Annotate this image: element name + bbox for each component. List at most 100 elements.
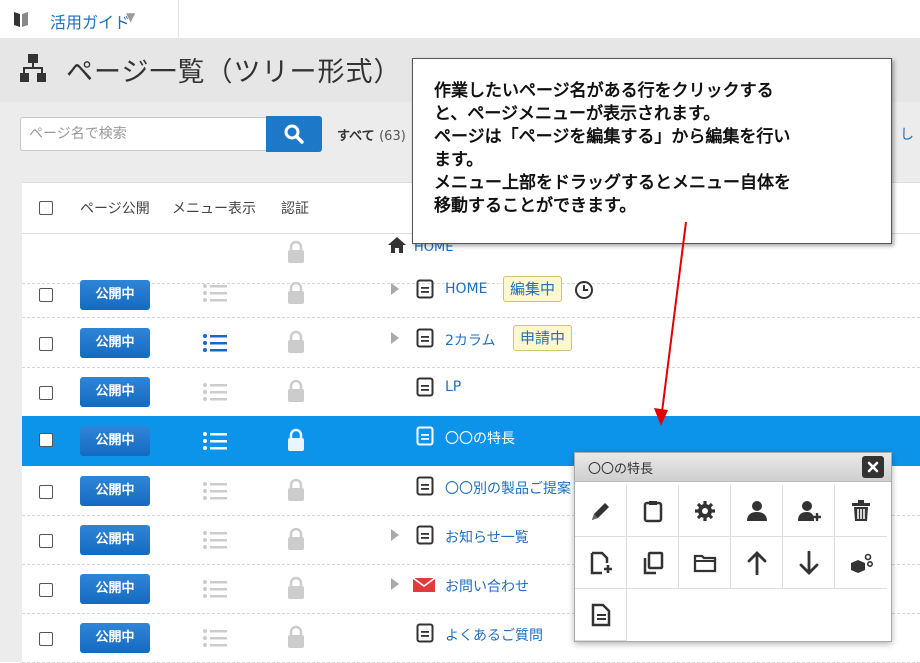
- instruction-line: ます。: [434, 150, 484, 170]
- page-name-link[interactable]: LP: [445, 379, 461, 395]
- expand-triangle-icon[interactable]: [390, 528, 400, 542]
- row-checkbox[interactable]: [39, 386, 53, 400]
- row-checkbox[interactable]: [39, 433, 53, 447]
- row-checkbox[interactable]: [39, 534, 53, 548]
- arrow-down-icon: [799, 551, 819, 575]
- close-button[interactable]: [862, 456, 884, 478]
- column-auth: 認証: [281, 201, 309, 217]
- expand-triangle-icon[interactable]: [390, 577, 400, 591]
- row-checkbox[interactable]: [39, 632, 53, 646]
- delete-button[interactable]: [835, 485, 887, 537]
- instruction-line: と、ページメニューが表示されます。: [434, 104, 721, 124]
- document-icon: [416, 328, 434, 348]
- expand-triangle-icon[interactable]: [390, 331, 400, 345]
- settings-button[interactable]: [679, 485, 731, 537]
- move-up-button[interactable]: [731, 537, 783, 589]
- list-icon[interactable]: [202, 529, 228, 551]
- lock-icon[interactable]: [286, 330, 306, 354]
- lock-icon[interactable]: [286, 625, 306, 649]
- list-icon[interactable]: [202, 282, 228, 304]
- instruction-line: ページは「ページを編集する」から編集を行い: [434, 127, 791, 147]
- folder-button[interactable]: [679, 537, 731, 589]
- copy-button[interactable]: [627, 537, 679, 589]
- publish-status-button[interactable]: 公開中: [80, 280, 150, 310]
- table-row[interactable]: [22, 367, 920, 417]
- page-name-link[interactable]: 〇〇別の製品ご提案: [445, 478, 571, 498]
- status-badge: 申請中: [513, 325, 573, 351]
- row-checkbox[interactable]: [39, 337, 53, 351]
- instruction-text: 作業したいページ名がある行をクリックする と、ページメニューが表示されます。 ペ…: [434, 80, 874, 218]
- document-icon: [416, 279, 434, 299]
- top-bar: [0, 0, 920, 39]
- page-name-link[interactable]: お問い合わせ: [445, 576, 529, 596]
- lock-icon[interactable]: [286, 428, 306, 452]
- publish-status-button[interactable]: 公開中: [80, 476, 150, 506]
- list-icon[interactable]: [202, 578, 228, 600]
- page-name-link[interactable]: お知らせ一覧: [445, 527, 529, 547]
- pencil-icon: [592, 503, 609, 520]
- publish-status-button[interactable]: 公開中: [80, 525, 150, 555]
- lock-icon[interactable]: [286, 527, 306, 551]
- page-name-link[interactable]: 〇〇の特長: [445, 428, 515, 448]
- clock-icon[interactable]: [574, 280, 594, 300]
- column-menu: メニュー表示: [172, 201, 256, 217]
- mail-icon: [413, 578, 435, 592]
- search-icon: [284, 124, 304, 144]
- row-checkbox[interactable]: [39, 288, 53, 302]
- row-checkbox[interactable]: [39, 583, 53, 597]
- filter-link[interactable]: し: [900, 124, 914, 144]
- document-icon: [416, 377, 434, 397]
- edit-page-button[interactable]: [575, 485, 627, 537]
- publish-status-button[interactable]: 公開中: [80, 426, 150, 456]
- components-button[interactable]: [835, 537, 887, 589]
- page-name-link[interactable]: よくあるご質問: [445, 625, 543, 645]
- expand-triangle-icon[interactable]: [390, 282, 400, 296]
- page-name-link[interactable]: HOME: [445, 281, 487, 297]
- home-icon: [388, 237, 406, 253]
- divider: [178, 0, 179, 38]
- lock-icon[interactable]: [286, 576, 306, 600]
- search-input[interactable]: [20, 117, 266, 151]
- list-icon[interactable]: [202, 430, 228, 452]
- document-icon: [416, 623, 434, 643]
- page-menu-title: 〇〇の特長: [588, 462, 654, 477]
- page-title: ページ一覧（ツリー形式）: [66, 57, 402, 88]
- document-icon: [416, 476, 434, 496]
- paste-button[interactable]: [627, 485, 679, 537]
- new-page-button[interactable]: [575, 537, 627, 589]
- list-icon[interactable]: [202, 480, 228, 502]
- cubes-icon: [851, 553, 873, 573]
- publish-status-button[interactable]: 公開中: [80, 574, 150, 604]
- book-icon: [14, 12, 28, 27]
- close-icon: [867, 461, 879, 473]
- filter-all[interactable]: すべて (63): [337, 125, 406, 144]
- move-down-button[interactable]: [783, 537, 835, 589]
- instruction-line: 移動することができます。: [434, 196, 637, 216]
- lock-icon[interactable]: [286, 379, 306, 403]
- lock-icon[interactable]: [286, 281, 306, 305]
- lock-icon[interactable]: [286, 478, 306, 502]
- select-all-checkbox[interactable]: [39, 201, 53, 215]
- row-checkbox[interactable]: [39, 485, 53, 499]
- new-page-icon: [590, 551, 612, 575]
- column-publish: ページ公開: [80, 201, 150, 217]
- search-button[interactable]: [266, 116, 322, 152]
- list-icon[interactable]: [202, 627, 228, 649]
- page-name-link[interactable]: 2カラム: [445, 330, 496, 350]
- instruction-line: 作業したいページ名がある行をクリックする: [434, 81, 774, 101]
- publish-status-button[interactable]: 公開中: [80, 328, 150, 358]
- chevron-down-icon[interactable]: ▼: [126, 10, 135, 24]
- view-page-button[interactable]: [575, 589, 627, 641]
- add-user-button[interactable]: [783, 485, 835, 537]
- guide-menu[interactable]: 活用ガイド: [50, 9, 130, 33]
- publish-status-button[interactable]: 公開中: [80, 377, 150, 407]
- gear-icon: [695, 501, 715, 521]
- structure-button[interactable]: [731, 485, 783, 537]
- sitemap-icon: [747, 501, 767, 521]
- instruction-line: メニュー上部をドラッグするとメニュー自体を: [434, 173, 791, 193]
- list-icon[interactable]: [202, 332, 228, 354]
- sitemap-icon: [20, 54, 46, 82]
- list-icon[interactable]: [202, 381, 228, 403]
- publish-status-button[interactable]: 公開中: [80, 623, 150, 653]
- document-icon: [591, 603, 611, 627]
